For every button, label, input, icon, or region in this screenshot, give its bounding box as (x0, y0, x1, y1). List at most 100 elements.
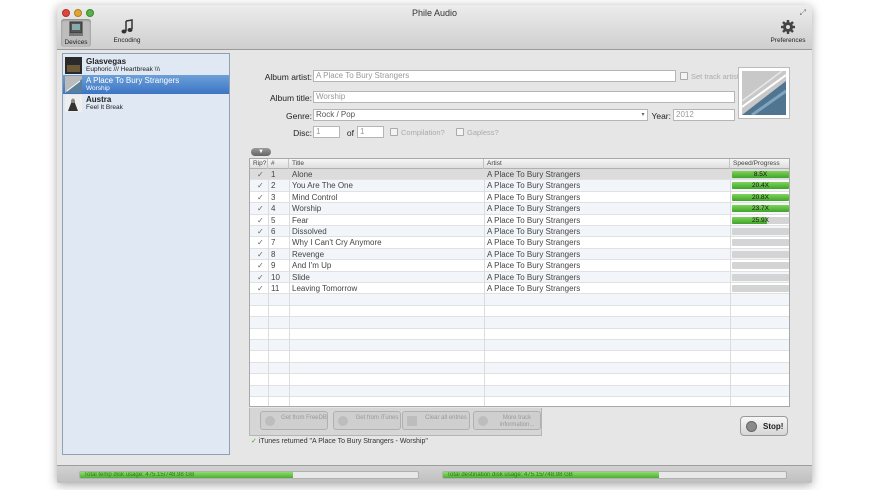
track-artist[interactable]: A Place To Bury Strangers (487, 249, 727, 260)
table-row[interactable]: ✓ 9 And I'm Up A Place To Bury Strangers (250, 260, 789, 272)
rip-checkbox[interactable]: ✓ (257, 283, 267, 294)
speed-text: 20.8X (752, 193, 769, 201)
rip-checkbox[interactable]: ✓ (257, 226, 267, 237)
track-artist[interactable]: A Place To Bury Strangers (487, 283, 727, 294)
table-row[interactable]: ✓ 1 Alone A Place To Bury Strangers 8.5X (250, 169, 789, 181)
progress-bar: 23.7X (732, 205, 789, 213)
disk-usage-footer: Total temp disk usage: 475.15/748.98 GB … (57, 465, 812, 483)
speed-text (732, 285, 789, 292)
track-artist[interactable]: A Place To Bury Strangers (487, 180, 727, 191)
gear-icon (781, 20, 795, 34)
track-table[interactable]: Rip? # Title Artist Speed/Progress ✓ 1 Alo… (249, 158, 790, 407)
rip-checkbox[interactable]: ✓ (257, 169, 267, 180)
toolbar-encoding-button[interactable]: Encoding (109, 19, 145, 44)
itunes-button-label: Get from iTunes (355, 415, 399, 421)
table-row[interactable]: ✓ 2 You Are The One A Place To Bury Strange… (250, 180, 789, 192)
track-title[interactable]: Dissolved (292, 226, 482, 237)
tag-icon (478, 416, 488, 426)
fullscreen-icon[interactable]: ⤢ (800, 8, 806, 18)
column-header-title[interactable]: Title (289, 159, 484, 169)
album-artist-field[interactable]: A Place To Bury Strangers (313, 70, 676, 82)
album-cover-art[interactable] (738, 67, 790, 119)
album-title-field[interactable]: Worship (313, 91, 735, 103)
track-artist[interactable]: A Place To Bury Strangers (487, 203, 727, 214)
column-divider (289, 169, 290, 406)
empty-row (250, 385, 789, 397)
collapse-toggle-icon[interactable]: ▼ (251, 148, 271, 156)
table-row[interactable]: ✓ 11 Leaving Tomorrow A Place To Bury Stran… (250, 283, 789, 295)
table-row[interactable]: ✓ 6 Dissolved A Place To Bury Strangers (250, 226, 789, 238)
track-number: 1 (271, 170, 276, 179)
track-title[interactable]: Slide (292, 272, 482, 283)
rip-checkbox[interactable]: ✓ (257, 180, 267, 191)
table-row[interactable]: ✓ 4 Worship A Place To Bury Strangers 23.7X (250, 203, 789, 215)
track-artist[interactable]: A Place To Bury Strangers (487, 169, 727, 180)
table-row[interactable]: ✓ 5 Fear A Place To Bury Strangers 25.9X (250, 215, 789, 226)
itunes-icon (338, 416, 348, 426)
sidebar-item-aptbs[interactable]: A Place To Bury Strangers Worship (63, 75, 229, 94)
speed-text (732, 262, 789, 269)
devices-label: Devices (64, 39, 88, 46)
more-track-info-button[interactable]: More track information... (473, 411, 541, 430)
sidebar-item-glasvegas[interactable]: Glasvegas Euphoric /// Heartbreak \\\ (63, 56, 229, 75)
rip-checkbox[interactable]: ✓ (257, 192, 267, 203)
table-row[interactable]: ✓ 7 Why I Can't Cry Anymore A Place To Bury… (250, 237, 789, 249)
sidebar-item-austra[interactable]: Austra Feel It Break (63, 94, 229, 113)
track-title[interactable]: Alone (292, 169, 482, 180)
track-title[interactable]: And I'm Up (292, 260, 482, 271)
empty-row (250, 374, 789, 386)
track-title[interactable]: You Are The One (292, 180, 482, 191)
speed-text: 23.7X (752, 205, 769, 213)
progress-bar: 8.5X (732, 171, 789, 178)
track-title[interactable]: Worship (292, 203, 482, 214)
track-title[interactable]: Why I Can't Cry Anymore (292, 237, 482, 248)
track-artist[interactable]: A Place To Bury Strangers (487, 226, 727, 237)
rip-checkbox[interactable]: ✓ (257, 215, 267, 226)
track-title[interactable]: Leaving Tomorrow (292, 283, 482, 294)
column-header-number[interactable]: # (268, 159, 289, 169)
track-title[interactable]: Fear (292, 215, 482, 226)
track-title[interactable]: Mind Control (292, 192, 482, 203)
table-row[interactable]: ✓ 10 Slide A Place To Bury Strangers (250, 271, 789, 283)
of-label: of (346, 128, 354, 138)
year-field[interactable]: 2012 (673, 109, 735, 121)
status-message-text: iTunes returned "A Place To Bury Strange… (258, 438, 428, 445)
empty-row (250, 329, 789, 340)
track-artist[interactable]: A Place To Bury Strangers (487, 192, 727, 203)
table-header: Rip? # Title Artist Speed/Progress (250, 159, 789, 169)
track-artist[interactable]: A Place To Bury Strangers (487, 272, 727, 283)
genre-select[interactable]: Rock / Pop (313, 109, 648, 121)
device-sidebar[interactable]: Glasvegas Euphoric /// Heartbreak \\\ A … (62, 53, 230, 455)
table-row[interactable]: ✓ 8 Revenge A Place To Bury Strangers (250, 248, 789, 261)
compilation-checkbox[interactable] (390, 128, 398, 136)
rip-checkbox[interactable]: ✓ (257, 260, 267, 271)
set-track-artist-checkbox[interactable] (680, 72, 688, 80)
toolbar-devices-button[interactable]: Devices (61, 19, 91, 47)
column-header-speed[interactable]: Speed/Progress (730, 159, 789, 169)
track-artist[interactable]: A Place To Bury Strangers (487, 237, 727, 248)
clear-all-entries-button[interactable]: Clear all entries (402, 411, 470, 430)
speed-text: 25.9X (752, 216, 769, 224)
rip-checkbox[interactable]: ✓ (257, 272, 267, 283)
empty-row (250, 317, 789, 329)
column-header-artist[interactable]: Artist (484, 159, 730, 169)
track-artist[interactable]: A Place To Bury Strangers (487, 215, 727, 226)
track-number: 9 (271, 261, 276, 271)
disc-total-field[interactable]: 1 (357, 126, 384, 138)
stop-button[interactable]: Stop! (740, 416, 788, 436)
table-row[interactable]: ✓ 3 Mind Control A Place To Bury Strangers 2… (250, 192, 789, 204)
get-from-freedb-button[interactable]: Get from FreeDB (260, 411, 328, 430)
disc-number-field[interactable]: 1 (313, 126, 340, 138)
rip-checkbox[interactable]: ✓ (257, 203, 267, 214)
toolbar-preferences-button[interactable]: Preferences (768, 19, 808, 44)
track-title[interactable]: Revenge (292, 249, 482, 260)
gapless-checkbox[interactable] (456, 128, 464, 136)
rip-checkbox[interactable]: ✓ (257, 249, 267, 260)
music-note-icon (121, 19, 133, 34)
album-cover-image (741, 70, 787, 117)
get-from-itunes-button[interactable]: Get from iTunes (333, 411, 401, 430)
track-artist[interactable]: A Place To Bury Strangers (487, 260, 727, 271)
rip-checkbox[interactable]: ✓ (257, 237, 267, 248)
speed-text (732, 228, 789, 235)
column-header-rip[interactable]: Rip? (250, 159, 268, 169)
